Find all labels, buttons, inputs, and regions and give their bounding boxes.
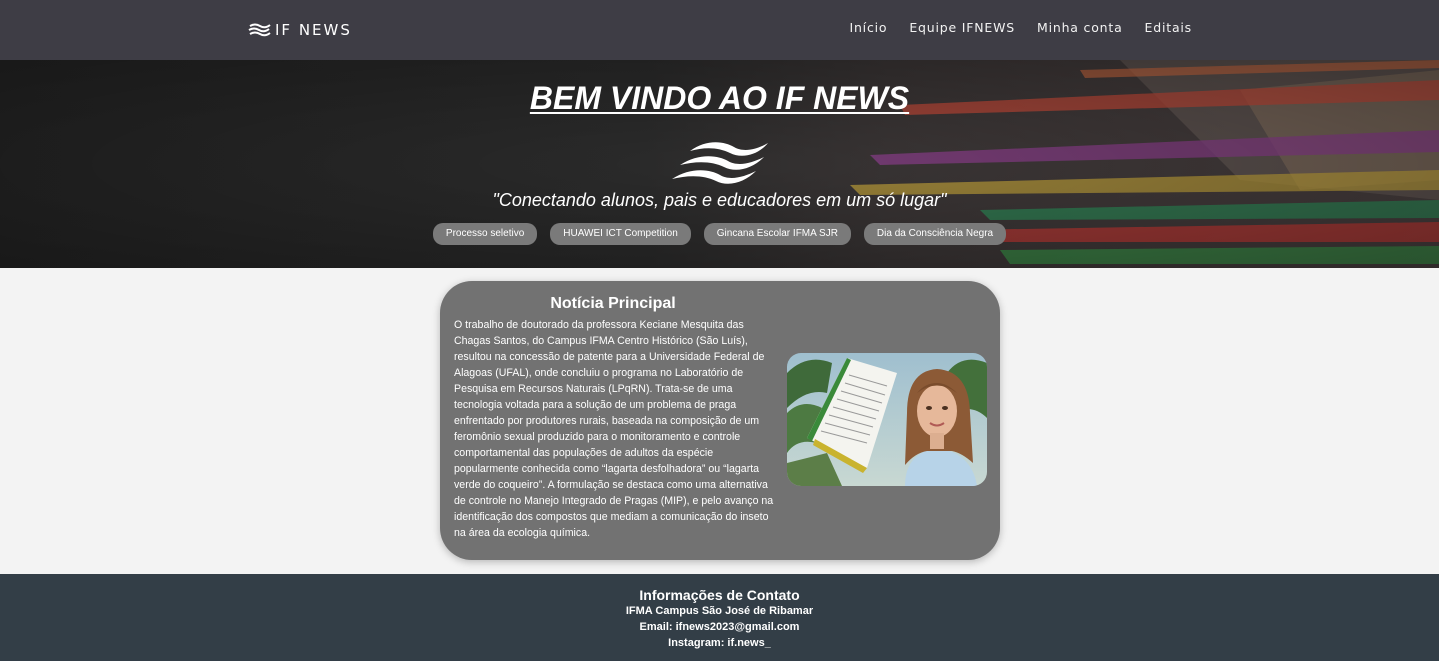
nav-links: Início Equipe IFNEWS Minha conta Editais xyxy=(849,20,1192,35)
main-news-card: Notícia Principal O trabalho de doutorad… xyxy=(440,281,1000,560)
navbar: IF NEWS Início Equipe IFNEWS Minha conta… xyxy=(0,0,1439,60)
hero-tagline: "Conectando alunos, pais e educadores em… xyxy=(492,190,947,210)
main-news-title: Notícia Principal xyxy=(550,295,676,312)
pill-processo-seletivo[interactable]: Processo seletivo xyxy=(432,223,538,245)
brand-name: IF NEWS xyxy=(275,21,352,39)
footer-instagram[interactable]: Instagram: if.news_ xyxy=(0,637,1439,649)
nav-link-editais[interactable]: Editais xyxy=(1145,20,1192,35)
pill-consciencia-negra[interactable]: Dia da Consciência Negra xyxy=(863,223,1007,245)
main-news-photo xyxy=(787,353,987,486)
footer-email[interactable]: Email: ifnews2023@gmail.com xyxy=(0,621,1439,633)
footer-campus: IFMA Campus São José de Ribamar xyxy=(625,605,814,617)
footer: Informações de Contato IFMA Campus São J… xyxy=(0,574,1439,661)
footer-title: Informações de Contato xyxy=(639,587,800,603)
topic-pills: Processo seletivo HUAWEI ICT Competition… xyxy=(0,223,1439,245)
nav-link-inicio[interactable]: Início xyxy=(849,20,887,35)
hero-title: BEM VINDO AO IF NEWS xyxy=(529,80,910,116)
nav-link-equipe[interactable]: Equipe IFNEWS xyxy=(909,20,1015,35)
main-news-body: O trabalho de doutorado da professora Ke… xyxy=(454,319,774,539)
brand-logo[interactable]: IF NEWS xyxy=(248,19,352,41)
nav-link-minha-conta[interactable]: Minha conta xyxy=(1037,20,1123,35)
pill-gincana-escolar[interactable]: Gincana Escolar IFMA SJR xyxy=(703,223,851,245)
waves-logo-icon xyxy=(672,142,768,184)
pill-huawei-ict[interactable]: HUAWEI ICT Competition xyxy=(550,223,691,245)
waves-icon xyxy=(248,23,271,37)
hero-banner: BEM VINDO AO IF NEWS "Conectando alunos,… xyxy=(0,60,1439,268)
